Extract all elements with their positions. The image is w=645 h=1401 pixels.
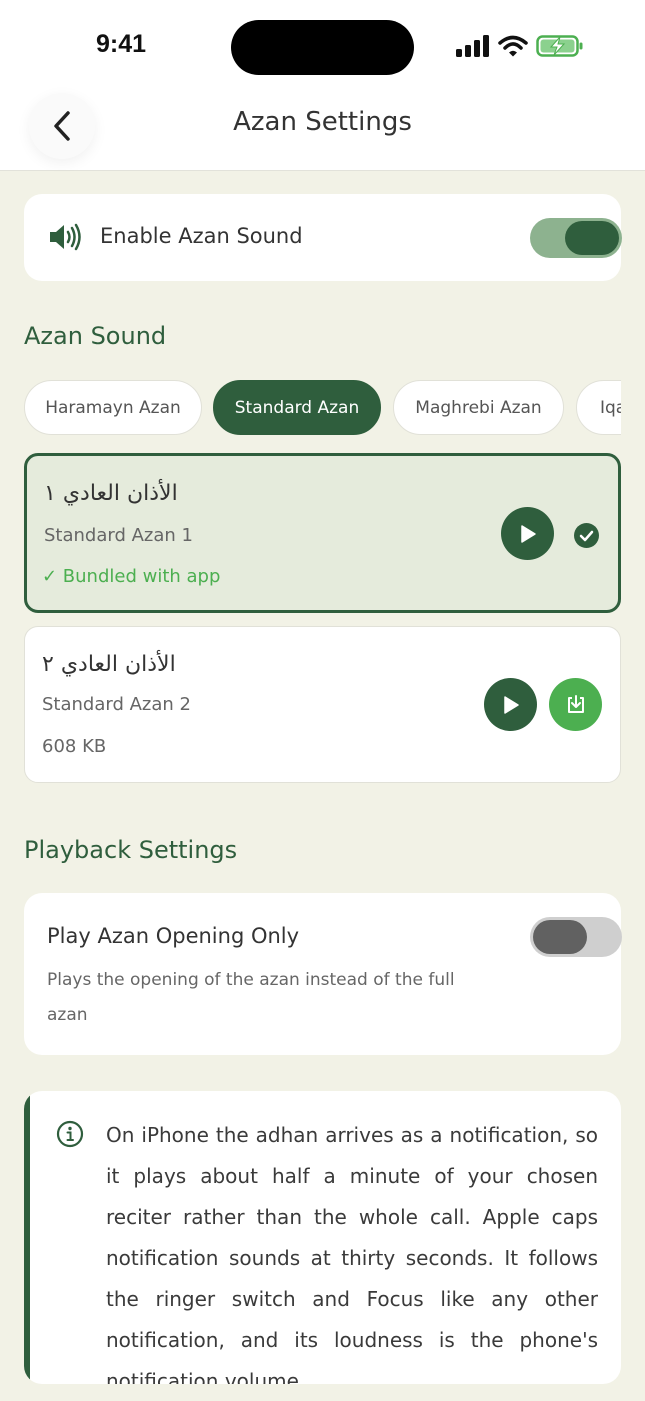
notification-info-card: On iPhone the adhan arrives as a notific…	[24, 1091, 621, 1384]
status-bar: 9:41	[0, 0, 645, 90]
page-title: Azan Settings	[233, 107, 412, 137]
play-opening-only-card: Play Azan Opening Only Plays the opening…	[24, 893, 622, 1055]
azan-english-name: Standard Azan 2	[42, 694, 191, 715]
chip-haramayn-azan[interactable]: Haramayn Azan	[24, 380, 202, 435]
enable-azan-label: Enable Azan Sound	[100, 224, 303, 248]
download-button[interactable]	[549, 678, 602, 731]
azan-arabic-name: الأذان العادي ٢	[42, 652, 176, 677]
download-icon	[567, 694, 584, 713]
battery-charging-icon	[536, 35, 583, 57]
speaker-icon	[50, 223, 81, 251]
dynamic-island	[231, 20, 414, 75]
play-button[interactable]	[501, 507, 554, 560]
azan-option-standard-2[interactable]: الأذان العادي ٢ Standard Azan 2 608 KB	[24, 626, 621, 783]
info-text: On iPhone the adhan arrives as a notific…	[106, 1123, 598, 1384]
play-opening-only-label: Play Azan Opening Only	[47, 924, 300, 948]
chip-iqama[interactable]: Iqa	[576, 380, 621, 435]
bundled-status: ✓ Bundled with app	[42, 566, 221, 587]
enable-azan-toggle[interactable]	[530, 218, 622, 258]
toggle-knob	[533, 920, 587, 954]
playback-settings-heading: Playback Settings	[24, 836, 238, 864]
play-icon	[503, 695, 519, 714]
play-opening-only-description: Plays the opening of the azan instead of…	[47, 970, 455, 1025]
info-accent-bar	[24, 1091, 30, 1384]
enable-azan-card: Enable Azan Sound	[24, 194, 622, 281]
azan-arabic-name: الأذان العادي ١	[44, 481, 178, 506]
azan-sound-heading: Azan Sound	[24, 322, 167, 350]
play-opening-only-toggle[interactable]	[530, 917, 622, 957]
chip-standard-azan[interactable]: Standard Azan	[213, 380, 381, 435]
info-icon	[56, 1120, 84, 1148]
navigation-bar: Azan Settings	[0, 90, 645, 171]
chip-maghrebi-azan[interactable]: Maghrebi Azan	[393, 380, 564, 435]
cellular-signal-icon	[456, 35, 489, 57]
azan-category-chips: Haramayn Azan Standard Azan Maghrebi Aza…	[24, 380, 621, 436]
system-icons	[456, 34, 584, 58]
toggle-knob	[565, 221, 619, 255]
wifi-icon	[498, 35, 528, 57]
play-button[interactable]	[484, 678, 537, 731]
azan-option-standard-1[interactable]: الأذان العادي ١ Standard Azan 1 ✓ Bundle…	[24, 453, 621, 613]
selected-check-icon	[574, 523, 599, 548]
status-time: 9:41	[96, 30, 147, 58]
azan-english-name: Standard Azan 1	[44, 525, 193, 546]
play-icon	[520, 524, 536, 543]
file-size: 608 KB	[42, 736, 107, 757]
